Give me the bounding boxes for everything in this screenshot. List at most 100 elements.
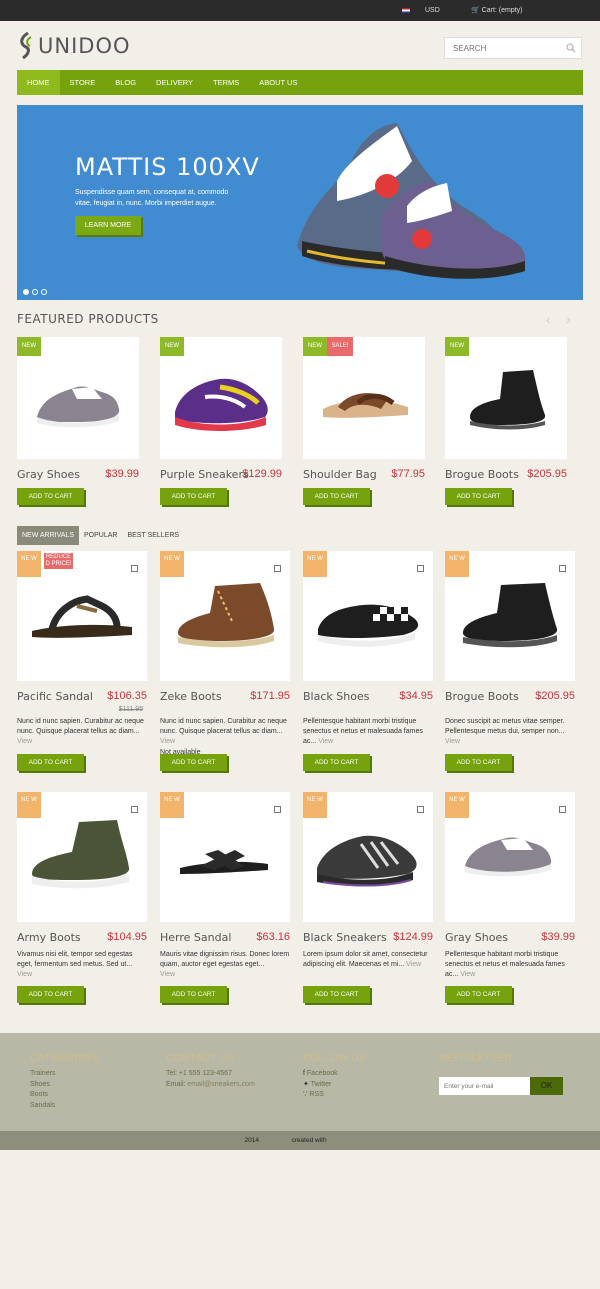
chevron-right-icon[interactable]: ›: [566, 311, 571, 327]
view-link[interactable]: View: [17, 971, 32, 978]
product-name[interactable]: Shoulder Bag: [303, 468, 377, 481]
add-to-cart-button[interactable]: ADD TO CART: [445, 488, 512, 505]
compare-checkbox[interactable]: [274, 565, 281, 572]
product-name[interactable]: Army Boots: [17, 931, 81, 944]
copyright-year: 2014: [244, 1137, 259, 1144]
tab-best-sellers[interactable]: BEST SELLERS: [122, 526, 184, 545]
social-facebook[interactable]: f Facebook: [303, 1069, 366, 1080]
newsletter-email-input[interactable]: [439, 1077, 530, 1095]
nav-about[interactable]: ABOUT US: [249, 70, 307, 95]
footer-follow: FOLLOW US f Facebook ✦ Twitter ∵ RSS: [303, 1053, 366, 1101]
product-name[interactable]: Zeke Boots: [160, 690, 222, 703]
add-to-cart-button[interactable]: ADD TO CART: [303, 754, 370, 771]
compare-checkbox[interactable]: [559, 565, 566, 572]
search-icon[interactable]: [566, 43, 576, 53]
product-name[interactable]: Black Shoes: [303, 690, 369, 703]
product-name[interactable]: Herre Sandal: [160, 931, 231, 944]
compare-checkbox[interactable]: [131, 806, 138, 813]
learn-more-button[interactable]: LEARN MORE: [75, 216, 141, 235]
footer-link[interactable]: Shoes: [30, 1080, 100, 1091]
nav-terms[interactable]: TERMS: [203, 70, 249, 95]
slider-dot[interactable]: [32, 289, 38, 295]
product-price: $106.35: [107, 690, 147, 702]
slider-dot[interactable]: [23, 289, 29, 295]
product-card: NE W Black Shoes $34.95 Pellentesque hab…: [303, 551, 433, 781]
add-to-cart-button[interactable]: ADD TO CART: [160, 754, 227, 771]
nav-store[interactable]: STORE: [60, 70, 106, 95]
nav-blog[interactable]: BLOG: [105, 70, 146, 95]
footer-heading: FOLLOW US: [303, 1053, 367, 1064]
reduced-price-badge: REDUCE D PRICE!: [44, 553, 73, 569]
product-price: $124.99: [393, 931, 433, 943]
product-name[interactable]: Brogue Boots: [445, 690, 519, 703]
view-link[interactable]: View: [445, 738, 460, 745]
product-name[interactable]: Pacific Sandal: [17, 690, 93, 703]
flag-icon[interactable]: [402, 8, 410, 13]
chevron-left-icon[interactable]: ‹: [546, 311, 551, 327]
tab-new-arrivals[interactable]: NEW ARRIVALS: [17, 526, 79, 545]
compare-checkbox[interactable]: [417, 565, 424, 572]
add-to-cart-button[interactable]: ADD TO CART: [17, 488, 84, 505]
slider-dots: [23, 289, 47, 295]
footer-link[interactable]: Sandals: [30, 1101, 100, 1112]
add-to-cart-button[interactable]: ADD TO CART: [445, 986, 512, 1003]
old-price: $111.95: [118, 706, 143, 713]
featured-product: NEW Gray Shoes $39.99 ADD TO CART: [17, 337, 147, 507]
product-desc: Pellentesque habitant morbi tristique se…: [303, 717, 433, 747]
product-price: $129.99: [242, 468, 282, 480]
desc-text: Donec suscipit ac metus vitae semper. Pe…: [445, 718, 565, 735]
product-price: $205.95: [527, 468, 567, 480]
cart-link[interactable]: 🛒 Cart: (empty): [471, 6, 523, 14]
featured-title: FEATURED PRODUCTS: [17, 312, 159, 326]
tab-popular[interactable]: POPULAR: [79, 526, 122, 545]
logo[interactable]: UNIDOO: [18, 32, 131, 60]
product-name[interactable]: Purple Sneakers: [160, 468, 249, 481]
newsletter-ok-button[interactable]: OK: [530, 1077, 563, 1095]
product-price: $39.99: [541, 931, 575, 943]
carousel-arrows: ‹ ›: [546, 311, 571, 327]
footer-link[interactable]: Boots: [30, 1090, 100, 1101]
product-name[interactable]: Black Sneakers: [303, 931, 387, 944]
email-link[interactable]: email@sneakers.com: [187, 1081, 254, 1088]
top-bar: USD 🛒 Cart: (empty): [0, 0, 600, 21]
add-to-cart-button[interactable]: ADD TO CART: [160, 986, 227, 1003]
nav-delivery[interactable]: DELIVERY: [146, 70, 203, 95]
product-name[interactable]: Gray Shoes: [17, 468, 80, 481]
contact-phone: Tel: +1 555 123-4567: [166, 1070, 232, 1077]
compare-checkbox[interactable]: [131, 565, 138, 572]
view-link[interactable]: View: [160, 971, 175, 978]
search-input[interactable]: [445, 38, 563, 58]
footer-link[interactable]: Trainers: [30, 1069, 100, 1080]
add-to-cart-button[interactable]: ADD TO CART: [303, 986, 370, 1003]
product-price: $39.99: [105, 468, 139, 480]
social-rss[interactable]: ∵ RSS: [303, 1090, 366, 1101]
view-link[interactable]: View: [406, 961, 421, 968]
add-to-cart-button[interactable]: ADD TO CART: [17, 754, 84, 771]
view-link[interactable]: View: [318, 738, 333, 745]
hero-slider: MATTIS 100XV Suspendisse quam sem, conse…: [17, 105, 583, 300]
currency-selector[interactable]: USD: [425, 7, 440, 14]
rss-icon: ∵: [303, 1091, 308, 1098]
product-card: NE W Herre Sandal $63.16 Mauris vitae di…: [160, 792, 290, 1012]
builder-link[interactable]: .: [328, 1137, 356, 1144]
product-name[interactable]: Gray Shoes: [445, 931, 508, 944]
contact-email: Email: email@sneakers.com: [166, 1080, 255, 1091]
slider-dot[interactable]: [41, 289, 47, 295]
add-to-cart-button[interactable]: ADD TO CART: [17, 986, 84, 1003]
compare-checkbox[interactable]: [417, 806, 424, 813]
site-link[interactable]: [261, 1137, 290, 1144]
social-label: Facebook: [306, 1070, 338, 1077]
add-to-cart-button[interactable]: ADD TO CART: [303, 488, 370, 505]
view-link[interactable]: View: [460, 971, 475, 978]
view-link[interactable]: View: [17, 738, 32, 745]
compare-checkbox[interactable]: [274, 806, 281, 813]
add-to-cart-button[interactable]: ADD TO CART: [445, 754, 512, 771]
product-name[interactable]: Brogue Boots: [445, 468, 519, 481]
add-to-cart-button[interactable]: ADD TO CART: [160, 488, 227, 505]
nav-home[interactable]: HOME: [17, 70, 60, 95]
compare-checkbox[interactable]: [559, 806, 566, 813]
view-link[interactable]: View: [160, 738, 175, 745]
new-badge: NEW: [160, 337, 184, 356]
social-twitter[interactable]: ✦ Twitter: [303, 1080, 366, 1091]
new-badge: NE W: [303, 551, 327, 577]
